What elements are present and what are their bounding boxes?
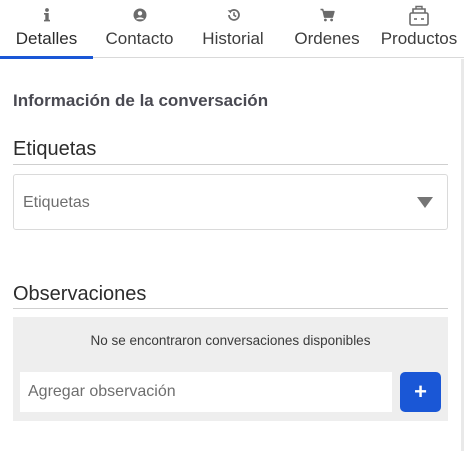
tab-bar: Detalles Contacto Historial Ordenes Prod… (0, 0, 464, 59)
conversation-info-title: Información de la conversación (13, 91, 269, 110)
history-icon (186, 8, 280, 26)
observations-heading: Observaciones (13, 283, 147, 305)
observations-panel: No se encontraron conversaciones disponi… (13, 317, 448, 421)
observations-divider (13, 308, 448, 309)
tags-select[interactable]: Etiquetas (13, 174, 448, 230)
tab-label: Productos (380, 29, 458, 48)
tab-productos[interactable]: Productos (374, 0, 464, 58)
tab-label: Ordenes (294, 29, 360, 48)
user-icon (93, 8, 186, 26)
tab-contacto[interactable]: Contacto (93, 0, 186, 58)
chevron-down-icon (417, 197, 433, 208)
tab-detalles[interactable]: Detalles (0, 0, 93, 59)
cart-icon (280, 8, 374, 26)
tab-ordenes[interactable]: Ordenes (280, 0, 374, 58)
tab-label: Contacto (105, 29, 174, 48)
tags-heading: Etiquetas (13, 138, 97, 160)
tags-divider (13, 164, 448, 165)
info-icon (0, 8, 93, 26)
products-icon (374, 5, 464, 27)
tags-select-placeholder: Etiquetas (23, 194, 90, 211)
empty-observations-message: No se encontraron conversaciones disponi… (90, 333, 371, 348)
tab-label: Historial (202, 29, 264, 48)
tab-historial[interactable]: Historial (186, 0, 280, 58)
add-observation-button[interactable]: + (400, 372, 441, 412)
tab-label: Detalles (15, 29, 78, 48)
active-tab-indicator (0, 56, 93, 59)
observation-input[interactable] (20, 372, 392, 412)
